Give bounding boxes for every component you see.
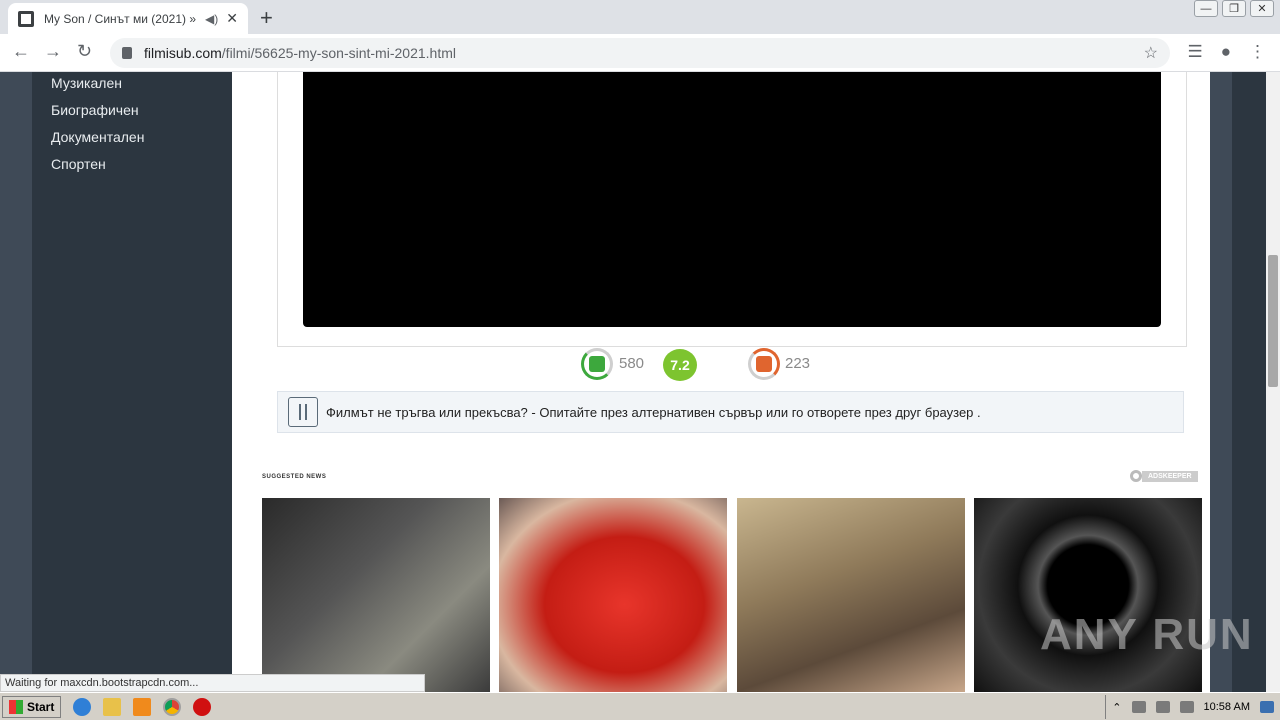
- lock-icon: [122, 47, 132, 59]
- vertical-scrollbar[interactable]: [1266, 72, 1280, 692]
- profile-icon[interactable]: ●: [1221, 42, 1231, 62]
- thumbs-down-icon: [756, 356, 772, 372]
- show-desktop-icon[interactable]: [1260, 701, 1274, 713]
- suggested-thumb-2[interactable]: [499, 498, 727, 692]
- playback-notice: Филмът не тръгва или прекъсва? - Опитайт…: [277, 391, 1184, 433]
- forward-arrow-icon[interactable]: →: [44, 41, 62, 62]
- windows-flag-icon: [9, 699, 23, 714]
- sidebar-item-documentary[interactable]: Документален: [32, 126, 232, 153]
- like-count: 580: [619, 355, 645, 372]
- page-viewport: Музикален Биографичен Документален Спорт…: [0, 72, 1266, 692]
- volume-icon[interactable]: [1131, 701, 1146, 713]
- like-button[interactable]: [581, 348, 613, 380]
- anyrun-watermark: ANY RUN: [1040, 610, 1254, 659]
- speaker-icon[interactable]: ◀): [205, 12, 218, 26]
- minimize-icon[interactable]: —: [1194, 0, 1218, 17]
- main-content: 580 7.2 223 Филмът не тръгва или прекъсв…: [232, 72, 1210, 692]
- window-controls: — ❐ ✕: [1194, 0, 1274, 17]
- menu-kebab-icon[interactable]: ⋮: [1249, 42, 1266, 62]
- close-icon[interactable]: ✕: [226, 10, 238, 27]
- system-tray: ⌃ 10:58 AM: [1105, 695, 1280, 719]
- suggested-thumb-1[interactable]: [262, 498, 490, 692]
- sidebar-item-sports[interactable]: Спортен: [32, 153, 232, 180]
- url-path: /filmi/56625-my-son-sint-mi-2021.html: [221, 45, 456, 61]
- tab-bar: My Son / Синът ми (2021) » Фи ◀) ✕ + — ❐…: [0, 0, 1280, 34]
- bookmark-star-icon[interactable]: ☆: [1144, 43, 1158, 63]
- network-icon[interactable]: [1155, 701, 1170, 713]
- suggested-thumb-3[interactable]: [737, 498, 965, 692]
- media-player-icon[interactable]: [133, 697, 152, 716]
- window-close-icon[interactable]: ✕: [1250, 0, 1274, 17]
- flag-icon[interactable]: [1179, 701, 1194, 713]
- opera-icon[interactable]: [193, 697, 212, 716]
- video-player[interactable]: [303, 72, 1161, 327]
- back-arrow-icon[interactable]: ←: [12, 41, 30, 62]
- dislike-count: 223: [785, 355, 811, 372]
- site-favicon-icon: [18, 10, 34, 27]
- reload-icon[interactable]: ↻: [77, 41, 92, 62]
- thumbs-up-icon: [589, 356, 605, 372]
- address-bar[interactable]: filmisub.com /filmi/56625-my-son-sint-mi…: [110, 38, 1170, 68]
- page-gutter: [1210, 72, 1232, 692]
- tray-expand-icon[interactable]: ⌃: [1112, 701, 1121, 714]
- adskeeper-label: ADSKEEPER: [1142, 470, 1198, 482]
- chrome-icon[interactable]: [163, 697, 182, 716]
- suggested-news-label: SUGGESTED NEWS: [262, 474, 327, 480]
- pause-bars-icon: [288, 397, 318, 427]
- scrollbar-thumb[interactable]: [1268, 255, 1278, 387]
- clock: 10:58 AM: [1203, 701, 1250, 713]
- folder-icon[interactable]: [103, 697, 122, 716]
- key-icon: [1130, 470, 1142, 482]
- rating-score: 7.2: [663, 349, 697, 381]
- taskbar: Start ⌃ 10:58 AM: [0, 692, 1280, 720]
- dislike-button[interactable]: [748, 348, 780, 380]
- sidebar-item-musical[interactable]: Музикален: [32, 72, 232, 99]
- rating-bar: 580 7.2 223: [232, 347, 1210, 382]
- new-tab-button[interactable]: +: [260, 5, 273, 31]
- start-button[interactable]: Start: [2, 695, 62, 718]
- adskeeper-logo[interactable]: ADSKEEPER: [1130, 469, 1198, 483]
- media-queue-icon[interactable]: ☰: [1187, 42, 1202, 62]
- genre-sidebar: Музикален Биографичен Документален Спорт…: [32, 72, 232, 692]
- status-bar: Waiting for maxcdn.bootstrapcdn.com...: [0, 674, 425, 692]
- url-host: filmisub.com: [144, 45, 222, 61]
- start-label: Start: [27, 699, 55, 714]
- sidebar-item-biographical[interactable]: Биографичен: [32, 99, 232, 126]
- ie-icon[interactable]: [73, 697, 92, 716]
- restore-icon[interactable]: ❐: [1222, 0, 1246, 17]
- browser-toolbar: ← → ↻ filmisub.com /filmi/56625-my-son-s…: [0, 34, 1280, 72]
- suggested-thumb-4[interactable]: [974, 498, 1202, 692]
- notice-text: Филмът не тръгва или прекъсва? - Опитайт…: [326, 404, 981, 420]
- browser-tab[interactable]: My Son / Синът ми (2021) » Фи ◀) ✕: [8, 3, 248, 34]
- tab-title: My Son / Синът ми (2021) » Фи: [44, 11, 197, 26]
- right-sidebar: [1232, 72, 1266, 692]
